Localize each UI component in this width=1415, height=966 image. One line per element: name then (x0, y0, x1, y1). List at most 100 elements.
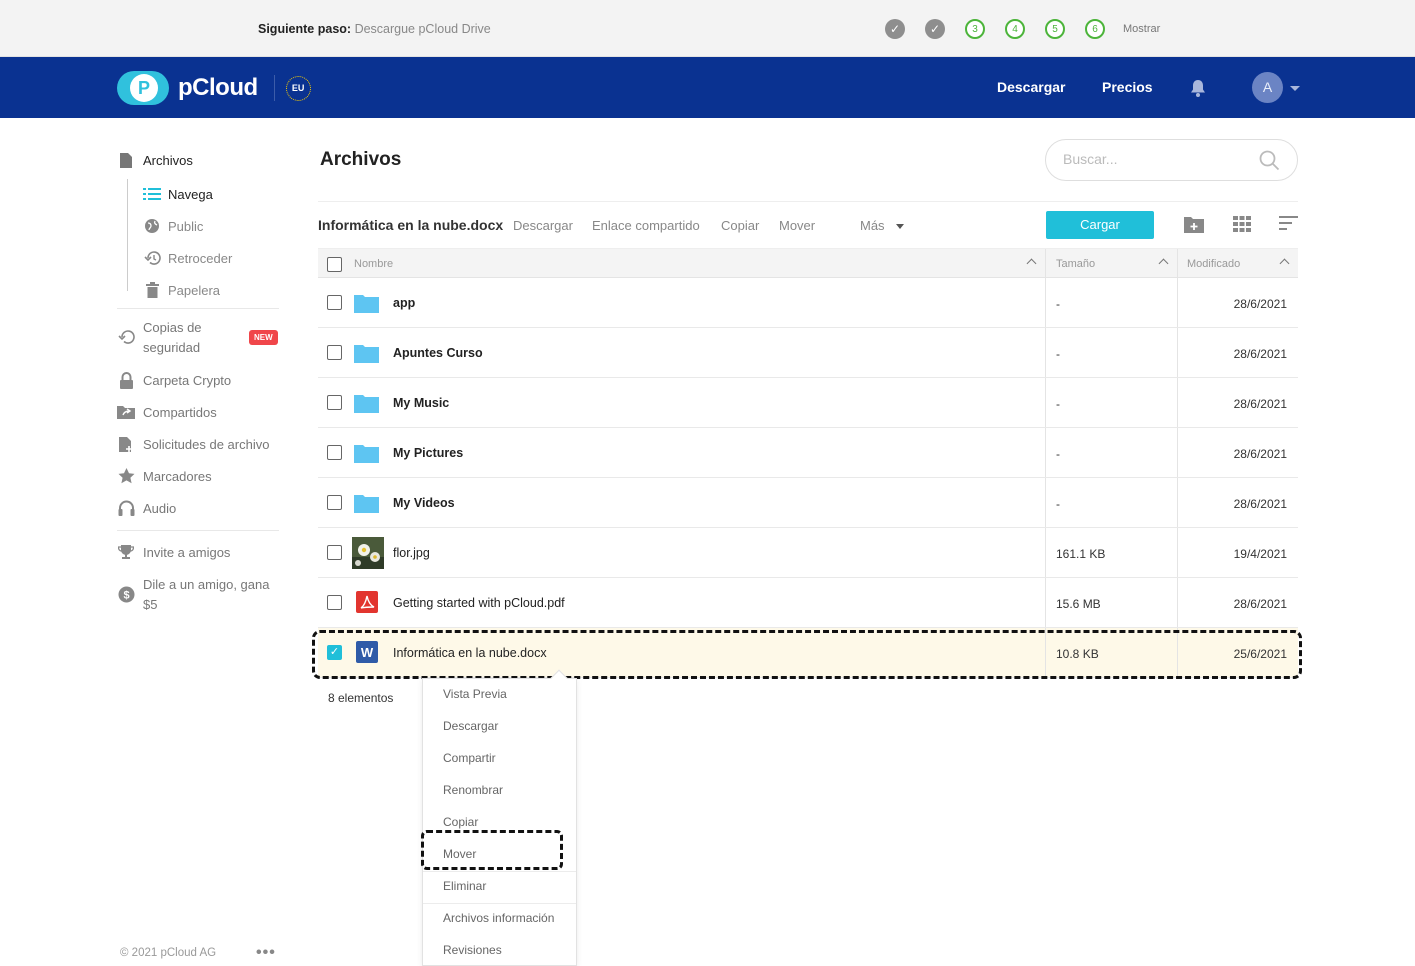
sidebar-item-refer[interactable]: $ Dile a un amigo, gana $5 (117, 575, 269, 615)
file-name[interactable]: My Pictures (393, 446, 463, 460)
sidebar-item-backups[interactable]: Copias de seguridad (117, 318, 202, 358)
step-2-done[interactable]: ✓ (925, 19, 945, 39)
chevron-down-icon[interactable] (896, 224, 904, 229)
step-1-done[interactable]: ✓ (885, 19, 905, 39)
sidebar-item-public[interactable]: Public (143, 217, 203, 235)
list-icon (143, 185, 161, 203)
search-icon[interactable] (1259, 150, 1280, 176)
table-row[interactable]: My Videos - 28/6/2021 (318, 478, 1298, 528)
chevron-up-icon[interactable] (1279, 258, 1290, 269)
table-row[interactable]: app - 28/6/2021 (318, 278, 1298, 328)
sidebar-item-shared[interactable]: Compartidos (117, 403, 217, 421)
menu-item-copy[interactable]: Copiar (443, 815, 478, 829)
toolbar-download-button[interactable]: Descargar (513, 218, 573, 233)
sidebar-item-browse[interactable]: Navega (143, 185, 213, 203)
upload-button[interactable]: Cargar (1046, 211, 1154, 239)
row-checkbox[interactable] (327, 345, 342, 360)
grid-view-icon[interactable] (1233, 216, 1251, 237)
header-pricing-link[interactable]: Precios (1102, 79, 1153, 95)
row-checkbox[interactable] (327, 495, 342, 510)
sidebar-item-files[interactable]: Archivos (117, 151, 193, 169)
top-header: P pCloud EU Descargar Precios A (0, 57, 1415, 118)
menu-item-file-info[interactable]: Archivos información (443, 911, 554, 925)
file-size: 15.6 MB (1056, 597, 1101, 611)
sidebar-item-trash[interactable]: Papelera (143, 281, 220, 299)
file-size: - (1056, 497, 1060, 511)
sidebar-item-label: Invite a amigos (143, 544, 231, 560)
header-download-link[interactable]: Descargar (997, 79, 1066, 95)
avatar[interactable]: A (1252, 72, 1283, 103)
row-checkbox[interactable] (327, 545, 342, 560)
column-size-header[interactable]: Tamaño (1056, 258, 1095, 270)
step-3[interactable]: 3 (965, 19, 985, 39)
history-icon (143, 249, 161, 267)
menu-item-preview[interactable]: Vista Previa (443, 687, 507, 701)
select-all-checkbox[interactable] (327, 257, 342, 272)
file-date: 28/6/2021 (1233, 597, 1287, 611)
item-count: 8 elementos (328, 691, 394, 705)
backup-icon (117, 328, 135, 346)
chevron-up-icon[interactable] (1158, 258, 1169, 269)
row-checkbox[interactable] (327, 295, 342, 310)
row-checkbox[interactable] (327, 595, 342, 610)
file-date: 28/6/2021 (1233, 397, 1287, 411)
search-input[interactable] (1063, 151, 1253, 167)
bell-icon[interactable] (1189, 79, 1207, 103)
headphones-icon (117, 499, 135, 517)
table-row[interactable]: Apuntes Curso - 28/6/2021 (318, 328, 1298, 378)
sidebar-item-label: Archivos (143, 152, 193, 168)
onboarding-bar: Siguiente paso: Descargue pCloud Drive ✓… (0, 0, 1415, 57)
table-row[interactable]: flor.jpg 161.1 KB 19/4/2021 (318, 528, 1298, 578)
file-name[interactable]: flor.jpg (393, 546, 430, 560)
sidebar-item-invite[interactable]: Invite a amigos (117, 543, 230, 561)
chevron-down-icon[interactable] (1290, 86, 1300, 91)
table-row[interactable]: Getting started with pCloud.pdf 15.6 MB … (318, 578, 1298, 628)
file-size: 161.1 KB (1056, 547, 1106, 561)
toolbar-more-button[interactable]: Más (860, 218, 885, 233)
next-step-text[interactable]: Siguiente paso: Descargue pCloud Drive (258, 22, 491, 36)
logo-divider (273, 75, 275, 101)
menu-item-revisions[interactable]: Revisiones (443, 943, 502, 957)
row-checkbox[interactable] (327, 395, 342, 410)
column-divider (1045, 278, 1046, 327)
sidebar-item-audio[interactable]: Audio (117, 499, 176, 517)
file-name[interactable]: Getting started with pCloud.pdf (393, 596, 565, 610)
table-row[interactable]: My Music - 28/6/2021 (318, 378, 1298, 428)
next-step-value: Descargue pCloud Drive (354, 22, 491, 36)
table-row[interactable]: My Pictures - 28/6/2021 (318, 428, 1298, 478)
new-folder-icon[interactable] (1184, 216, 1204, 238)
logo-cloud-icon: P (117, 71, 169, 105)
show-steps-link[interactable]: Mostrar (1123, 23, 1160, 35)
file-size: - (1056, 397, 1060, 411)
pcloud-logo[interactable]: P pCloud EU (117, 71, 311, 105)
sidebar-item-crypto[interactable]: Carpeta Crypto (117, 371, 231, 389)
file-name[interactable]: My Videos (393, 496, 455, 510)
step-5[interactable]: 5 (1045, 19, 1065, 39)
selected-row-annotation (312, 630, 1302, 679)
menu-item-download[interactable]: Descargar (443, 719, 498, 733)
sort-icon[interactable] (1279, 216, 1298, 235)
row-checkbox[interactable] (327, 445, 342, 460)
file-name[interactable]: Apuntes Curso (393, 346, 483, 360)
toolbar-share-link-button[interactable]: Enlace compartido (592, 218, 700, 233)
step-4[interactable]: 4 (1005, 19, 1025, 39)
chevron-up-icon[interactable] (1026, 258, 1037, 269)
column-name-header[interactable]: Nombre (354, 258, 393, 270)
sidebar-item-file-requests[interactable]: Solicitudes de archivo (117, 435, 269, 453)
step-6[interactable]: 6 (1085, 19, 1105, 39)
more-options-icon[interactable]: ••• (256, 944, 276, 962)
file-size: - (1056, 297, 1060, 311)
toolbar-move-button[interactable]: Mover (779, 218, 815, 233)
file-name[interactable]: My Music (393, 396, 449, 410)
menu-item-delete[interactable]: Eliminar (443, 879, 486, 893)
menu-item-rename[interactable]: Renombrar (443, 783, 503, 797)
file-name[interactable]: app (393, 296, 415, 310)
menu-divider (423, 903, 576, 904)
column-modified-header[interactable]: Modificado (1187, 258, 1240, 270)
column-divider (1045, 328, 1046, 377)
toolbar-copy-button[interactable]: Copiar (721, 218, 759, 233)
sidebar-item-bookmarks[interactable]: Marcadores (117, 467, 212, 485)
divider (318, 201, 1298, 202)
sidebar-item-rewind[interactable]: Retroceder (143, 249, 232, 267)
menu-item-share[interactable]: Compartir (443, 751, 496, 765)
